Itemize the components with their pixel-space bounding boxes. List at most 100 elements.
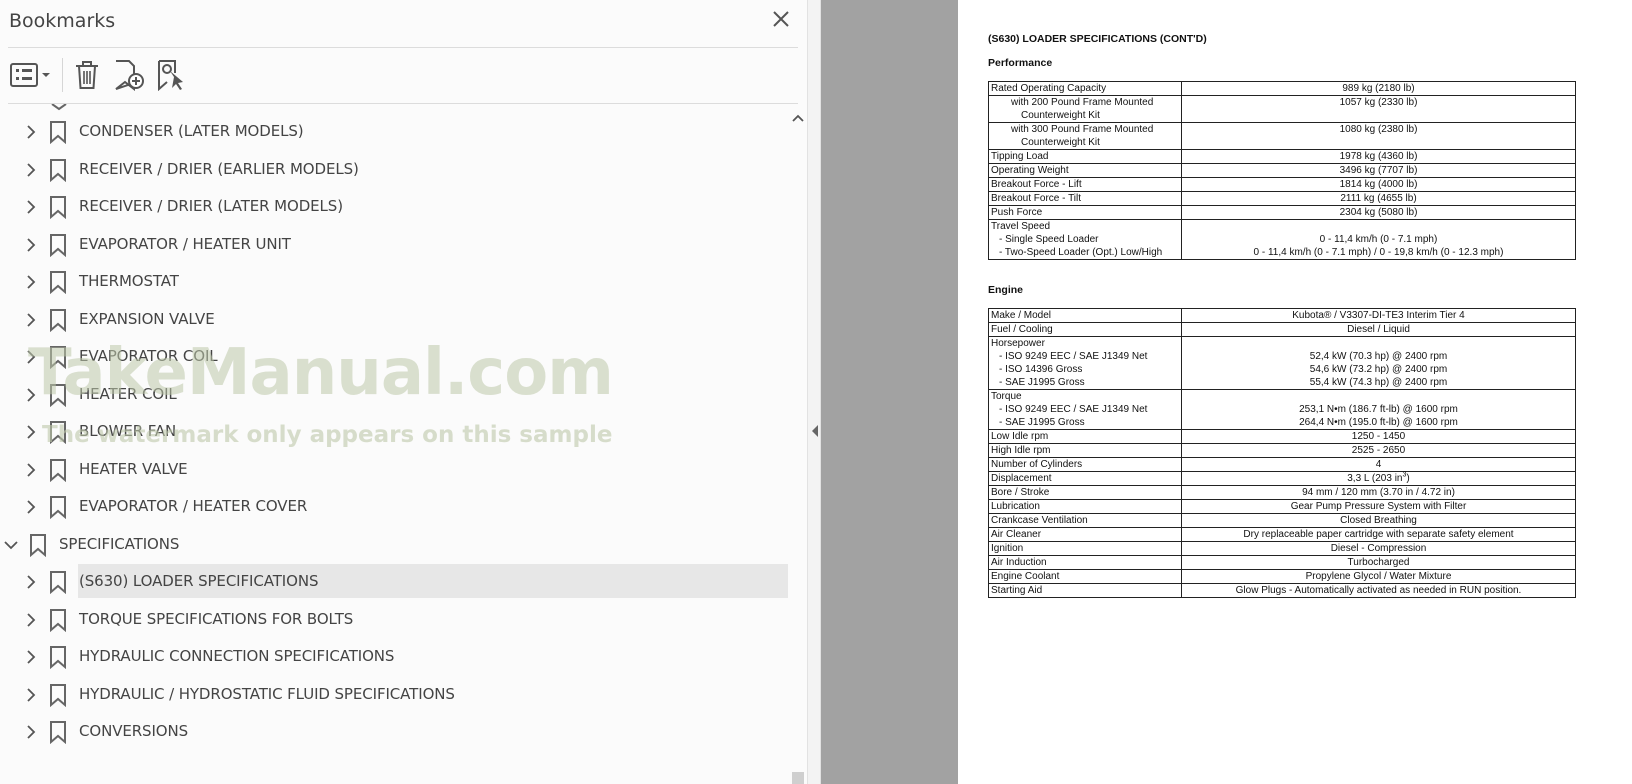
- spec-key-line: Low Idle rpm: [991, 431, 1049, 442]
- bookmark-item[interactable]: RECEIVER / DRIER (EARLIER MODELS): [0, 150, 790, 189]
- chevron-right-icon[interactable]: [23, 237, 39, 253]
- spec-value-line: Turbocharged: [1347, 557, 1410, 568]
- chevron-right-icon[interactable]: [23, 349, 39, 365]
- spec-value-line: Gear Pump Pressure System with Filter: [1290, 501, 1467, 512]
- bookmark-item[interactable]: (S630) LOADER SPECIFICATIONS: [0, 562, 790, 601]
- chevron-right-icon[interactable]: [23, 462, 39, 478]
- bookmark-item[interactable]: EVAPORATOR COIL: [0, 337, 790, 376]
- bookmark-item[interactable]: CONVERSIONS: [0, 712, 790, 751]
- spec-row: Lubrication Gear Pump Pressure System wit…: [988, 499, 1576, 514]
- options-button[interactable]: [9, 58, 53, 92]
- chevron-right-icon[interactable]: [23, 724, 39, 740]
- spec-key-line: Fuel / Cooling: [991, 324, 1053, 335]
- bookmark-item[interactable]: SPECIFICATIONS: [0, 525, 790, 564]
- spec-row: High Idle rpm 2525 - 2650: [988, 443, 1576, 458]
- bookmark-icon: [50, 683, 66, 707]
- spec-key: Horsepower - ISO 9249 EEC / SAE J1349 Net…: [988, 336, 1182, 390]
- bookmark-item[interactable]: BLOWER FAN: [0, 412, 790, 451]
- spec-value: Gear Pump Pressure System with Filter: [1181, 499, 1576, 514]
- spec-key-line: Engine Coolant: [991, 571, 1060, 582]
- spec-key-line: Torque: [991, 391, 1022, 402]
- bookmarks-title: Bookmarks: [9, 10, 116, 32]
- chevron-down-icon[interactable]: [3, 537, 19, 553]
- find-bookmark-button[interactable]: [156, 58, 188, 92]
- spec-value-line: Closed Breathing: [1340, 515, 1417, 526]
- spec-row: Starting Aid Glow Plugs - Automatically a…: [988, 583, 1576, 598]
- spec-row: Number of Cylinders 4: [988, 457, 1576, 472]
- spec-row: Travel Speed - Single Speed Loader - Two-S…: [988, 219, 1576, 260]
- bookmark-item[interactable]: HYDRAULIC CONNECTION SPECIFICATIONS: [0, 637, 790, 676]
- spec-key-line: - ISO 14396 Gross: [999, 364, 1083, 375]
- chevron-right-icon[interactable]: [23, 162, 39, 178]
- spec-key: Crankcase Ventilation: [988, 513, 1182, 528]
- add-bookmark-button[interactable]: [113, 58, 145, 92]
- bookmark-icon: [50, 233, 66, 257]
- bookmark-item[interactable]: TORQUE SPECIFICATIONS FOR BOLTS: [0, 600, 790, 639]
- spec-value-line: 94 mm / 120 mm (3.70 in / 4.72 in): [1302, 487, 1455, 498]
- bookmarks-panel: Bookmarks CONDENSER (LATER MODELS) RECEI…: [0, 0, 807, 784]
- chevron-right-icon[interactable]: [23, 312, 39, 328]
- chevron-right-icon[interactable]: [23, 499, 39, 515]
- spec-key: Push Force: [988, 205, 1182, 220]
- delete-bookmark-button[interactable]: [72, 58, 102, 92]
- spec-key: with 200 Pound Frame Mounted Counterweigh…: [988, 95, 1182, 123]
- bookmark-item[interactable]: HEATER VALVE: [0, 450, 790, 489]
- spec-row: Breakout Force - Tilt 2111 kg (4655 lb): [988, 191, 1576, 206]
- spec-key: Breakout Force - Tilt: [988, 191, 1182, 206]
- chevron-right-icon[interactable]: [23, 124, 39, 140]
- bookmark-item[interactable]: EXPANSION VALVE: [0, 300, 790, 339]
- bookmarks-scrollbar[interactable]: [790, 108, 806, 784]
- chevron-right-icon[interactable]: [23, 612, 39, 628]
- chevron-right-icon[interactable]: [23, 387, 39, 403]
- chevron-right-icon[interactable]: [23, 424, 39, 440]
- spec-value-line: Diesel / Liquid: [1347, 324, 1410, 335]
- spec-row: Push Force 2304 kg (5080 lb): [988, 205, 1576, 220]
- close-icon[interactable]: [770, 8, 792, 30]
- spec-row: Displacement 3,3 L (203 in3): [988, 471, 1576, 486]
- bookmark-tree[interactable]: CONDENSER (LATER MODELS) RECEIVER / DRIER…: [0, 106, 790, 784]
- bookmark-item[interactable]: CONDENSER (LATER MODELS): [0, 112, 790, 151]
- spec-value: 1814 kg (4000 lb): [1181, 177, 1576, 192]
- chevron-right-icon[interactable]: [23, 274, 39, 290]
- bookmark-item[interactable]: RECEIVER / DRIER (LATER MODELS): [0, 187, 790, 226]
- find-bookmark-icon: [158, 60, 183, 91]
- engine-heading: Engine: [988, 284, 1024, 296]
- bookmark-item[interactable]: EVAPORATOR / HEATER UNIT: [0, 225, 790, 264]
- chevron-right-icon[interactable]: [23, 199, 39, 215]
- spec-key-line: Air Induction: [991, 557, 1047, 568]
- bookmark-icon: [30, 533, 46, 557]
- spec-key-line: Travel Speed: [991, 221, 1051, 232]
- bookmark-item[interactable]: EVAPORATOR / HEATER COVER: [0, 487, 790, 526]
- chevron-right-icon[interactable]: [23, 574, 39, 590]
- scrollbar-thumb[interactable]: [792, 772, 804, 784]
- spec-key: Displacement: [988, 471, 1182, 486]
- bookmark-icon: [50, 646, 66, 669]
- bookmark-label: EXPANSION VALVE: [79, 309, 215, 328]
- bookmark-item[interactable]: HYDRAULIC / HYDROSTATIC FLUID SPECIFICAT…: [0, 675, 790, 714]
- scroll-up-icon[interactable]: [791, 112, 805, 124]
- spec-value-line: 0 - 11,4 km/h (0 - 7.1 mph) / 0 - 19,8 k…: [1253, 247, 1504, 258]
- spec-key-line: Make / Model: [991, 310, 1052, 321]
- spec-key: Travel Speed - Single Speed Loader - Two-S…: [988, 219, 1182, 260]
- collapse-panel-icon[interactable]: [811, 424, 819, 438]
- bookmark-icon: [50, 196, 66, 219]
- spec-value: 94 mm / 120 mm (3.70 in / 4.72 in): [1181, 485, 1576, 500]
- spec-key: High Idle rpm: [988, 443, 1182, 458]
- spec-key-line: Tipping Load: [991, 151, 1049, 162]
- spec-value: Turbocharged: [1181, 555, 1576, 570]
- spec-key-line: - Two-Speed Loader (Opt.) Low/High: [999, 247, 1163, 258]
- bookmark-item[interactable]: HEATER COIL: [0, 375, 790, 414]
- spec-key: Lubrication: [988, 499, 1182, 514]
- bookmarks-toolbar: [0, 48, 807, 104]
- chevron-right-icon[interactable]: [23, 649, 39, 665]
- spec-key-line: Breakout Force - Lift: [991, 179, 1082, 190]
- spec-key-line: Lubrication: [991, 501, 1040, 512]
- panel-splitter[interactable]: [807, 0, 821, 784]
- bookmark-item[interactable]: THERMOSTAT: [0, 262, 790, 301]
- chevron-right-icon[interactable]: [23, 687, 39, 703]
- spec-key: Make / Model: [988, 308, 1182, 323]
- spec-value-line: [1184, 337, 1573, 350]
- document-viewer[interactable]: (S630) LOADER SPECIFICATIONS (CONT'D) Pe…: [821, 0, 1632, 784]
- spec-row: Bore / Stroke 94 mm / 120 mm (3.70 in / 4…: [988, 485, 1576, 500]
- spec-value: 2111 kg (4655 lb): [1181, 191, 1576, 206]
